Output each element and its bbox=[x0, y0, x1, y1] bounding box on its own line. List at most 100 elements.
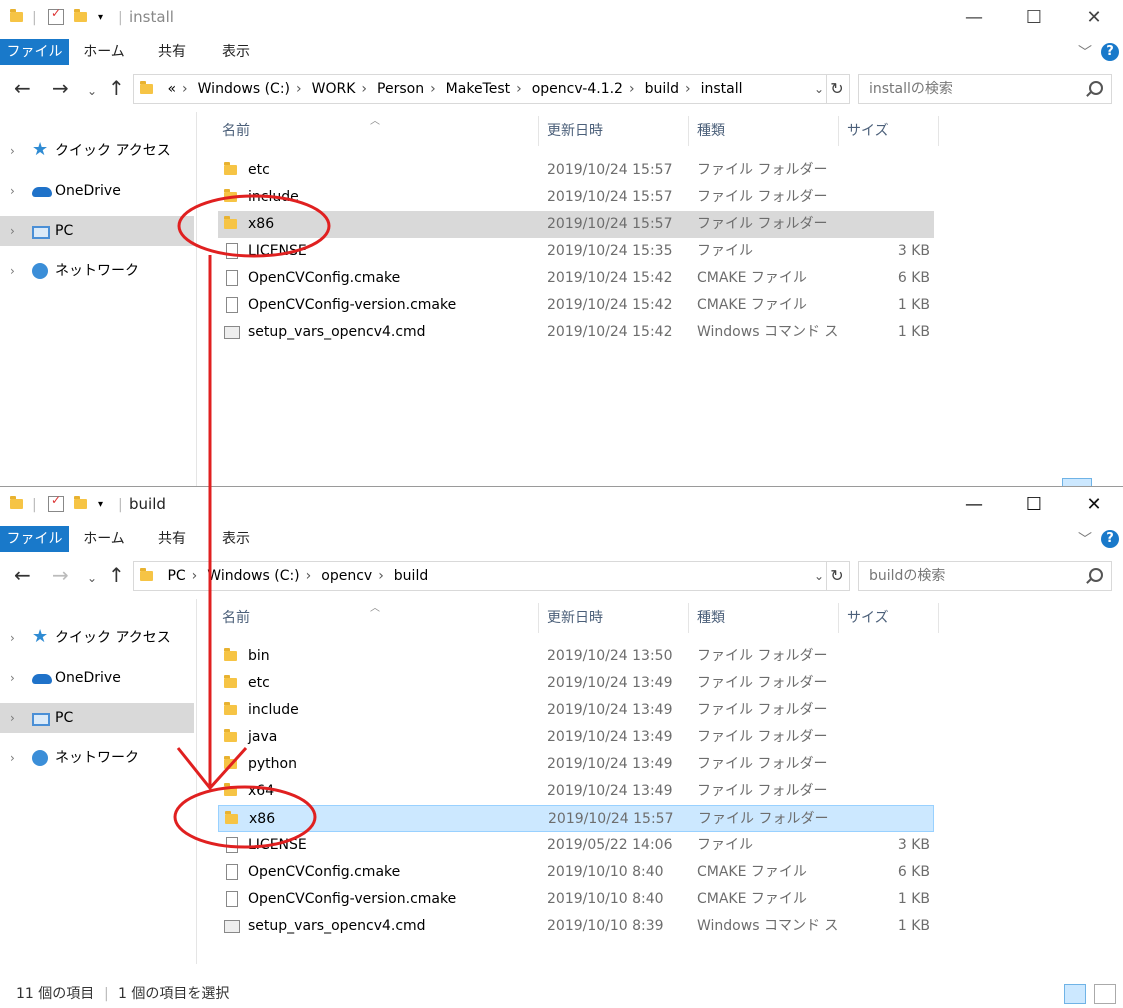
column-header-name[interactable]: 名前 bbox=[222, 116, 250, 146]
tab-share[interactable]: 共有 bbox=[148, 39, 196, 65]
chevron-right-icon[interactable]: › bbox=[10, 663, 15, 693]
file-row[interactable]: etc 2019/10/24 13:49 ファイル フォルダー bbox=[218, 670, 934, 697]
tab-view[interactable]: 表示 bbox=[212, 526, 260, 552]
properties-icon[interactable]: ✓ bbox=[48, 6, 64, 25]
breadcrumb-item[interactable]: Windows (C:) bbox=[198, 81, 290, 97]
sidebar-item-pc[interactable]: › PC bbox=[0, 703, 194, 733]
file-row[interactable]: OpenCVConfig.cmake 2019/10/10 8:40 CMAKE フ… bbox=[218, 859, 934, 886]
chevron-right-icon[interactable]: › bbox=[10, 216, 15, 246]
file-row[interactable]: x86 2019/10/24 15:57 ファイル フォルダー bbox=[218, 211, 934, 238]
properties-icon[interactable]: ✓ bbox=[48, 493, 64, 512]
sidebar-item-pc[interactable]: › PC bbox=[0, 216, 194, 246]
breadcrumb-item[interactable]: « bbox=[167, 81, 176, 97]
back-button[interactable]: ← bbox=[14, 565, 31, 585]
breadcrumb-item[interactable]: opencv-4.1.2 bbox=[532, 81, 623, 97]
file-row[interactable]: LICENSE 2019/05/22 14:06 ファイル 3 KB bbox=[218, 832, 934, 859]
tab-view[interactable]: 表示 bbox=[212, 39, 260, 65]
breadcrumb-item[interactable]: WORK bbox=[312, 81, 356, 97]
qat-dropdown-icon[interactable]: ▾ bbox=[98, 12, 103, 28]
tab-share[interactable]: 共有 bbox=[148, 526, 196, 552]
breadcrumb-item[interactable]: build bbox=[645, 81, 679, 97]
pane-divider[interactable] bbox=[196, 599, 197, 964]
sidebar-item-cloud[interactable]: › OneDrive bbox=[0, 663, 194, 693]
ribbon-expand-icon[interactable]: ﹀ bbox=[1078, 529, 1092, 549]
search-icon[interactable] bbox=[1089, 568, 1103, 582]
help-icon[interactable]: ? bbox=[1101, 530, 1119, 548]
file-row[interactable]: LICENSE 2019/10/24 15:35 ファイル 3 KB bbox=[218, 238, 934, 265]
sidebar-item-network[interactable]: › ネットワーク bbox=[0, 743, 194, 773]
file-row[interactable]: python 2019/10/24 13:49 ファイル フォルダー bbox=[218, 751, 934, 778]
minimize-button[interactable]: — bbox=[951, 491, 997, 519]
large-icons-view-button[interactable] bbox=[1094, 984, 1116, 1004]
search-input[interactable]: buildの検索 bbox=[858, 561, 1112, 591]
qat-dropdown-icon[interactable]: ▾ bbox=[98, 499, 103, 515]
file-row[interactable]: OpenCVConfig-version.cmake 2019/10/24 15:… bbox=[218, 292, 934, 319]
sidebar-item-cloud[interactable]: › OneDrive bbox=[0, 176, 194, 206]
refresh-button[interactable]: ↻ bbox=[825, 74, 850, 104]
close-button[interactable]: ✕ bbox=[1071, 491, 1117, 519]
tab-file[interactable]: ファイル bbox=[0, 39, 69, 65]
details-view-button[interactable] bbox=[1064, 984, 1086, 1004]
chevron-right-icon[interactable]: › bbox=[10, 743, 15, 773]
view-button-fragment[interactable] bbox=[1062, 478, 1092, 486]
column-header-type[interactable]: 種類 bbox=[697, 603, 725, 633]
tab-home[interactable]: ホーム bbox=[80, 526, 128, 552]
address-dropdown-icon[interactable]: ⌄ bbox=[814, 562, 824, 590]
search-input[interactable]: installの検索 bbox=[858, 74, 1112, 104]
chevron-right-icon[interactable]: › bbox=[10, 703, 15, 733]
sidebar-item-star[interactable]: › ★ クイック アクセス bbox=[0, 623, 194, 653]
chevron-right-icon[interactable]: › bbox=[10, 136, 15, 166]
maximize-button[interactable]: ☐ bbox=[1011, 4, 1057, 32]
chevron-right-icon[interactable]: › bbox=[10, 623, 15, 653]
breadcrumb-item[interactable]: MakeTest bbox=[446, 81, 510, 97]
minimize-button[interactable]: — bbox=[951, 4, 997, 32]
file-row[interactable]: x64 2019/10/24 13:49 ファイル フォルダー bbox=[218, 778, 934, 805]
address-dropdown-icon[interactable]: ⌄ bbox=[814, 75, 824, 103]
tab-home[interactable]: ホーム bbox=[80, 39, 128, 65]
file-row[interactable]: OpenCVConfig.cmake 2019/10/24 15:42 CMAKE … bbox=[218, 265, 934, 292]
maximize-button[interactable]: ☐ bbox=[1011, 491, 1057, 519]
column-header-date[interactable]: 更新日時 bbox=[547, 116, 603, 146]
column-header-name[interactable]: 名前 bbox=[222, 603, 250, 633]
column-header-size[interactable]: サイズ bbox=[847, 603, 889, 633]
recent-dropdown-icon[interactable]: ⌄ bbox=[87, 568, 97, 588]
new-folder-icon[interactable] bbox=[74, 9, 87, 26]
file-row[interactable]: OpenCVConfig-version.cmake 2019/10/10 8:4… bbox=[218, 886, 934, 913]
breadcrumb-item[interactable]: build bbox=[394, 568, 428, 584]
search-icon[interactable] bbox=[1089, 81, 1103, 95]
sidebar-item-network[interactable]: › ネットワーク bbox=[0, 256, 194, 286]
file-row[interactable]: setup_vars_opencv4.cmd 2019/10/10 8:39 Win… bbox=[218, 913, 934, 940]
breadcrumb-item[interactable]: PC bbox=[167, 568, 185, 584]
file-row[interactable]: etc 2019/10/24 15:57 ファイル フォルダー bbox=[218, 157, 934, 184]
file-row[interactable]: bin 2019/10/24 13:50 ファイル フォルダー bbox=[218, 643, 934, 670]
forward-button[interactable]: → bbox=[52, 565, 69, 585]
file-row[interactable]: include 2019/10/24 15:57 ファイル フォルダー bbox=[218, 184, 934, 211]
file-row[interactable]: x86 2019/10/24 15:57 ファイル フォルダー bbox=[218, 805, 934, 832]
file-row[interactable]: java 2019/10/24 13:49 ファイル フォルダー bbox=[218, 724, 934, 751]
address-bar[interactable]: « › Windows (C:) › WORK › Person › MakeTest › open… bbox=[133, 74, 827, 104]
file-row[interactable]: setup_vars_opencv4.cmd 2019/10/24 15:42 Wi… bbox=[218, 319, 934, 346]
column-header-date[interactable]: 更新日時 bbox=[547, 603, 603, 633]
tab-file[interactable]: ファイル bbox=[0, 526, 69, 552]
breadcrumb-item[interactable]: install bbox=[701, 81, 743, 97]
breadcrumb-item[interactable]: opencv bbox=[321, 568, 372, 584]
column-header-type[interactable]: 種類 bbox=[697, 116, 725, 146]
breadcrumb-item[interactable]: Person bbox=[377, 81, 424, 97]
help-icon[interactable]: ? bbox=[1101, 43, 1119, 61]
pane-divider[interactable] bbox=[196, 112, 197, 486]
refresh-button[interactable]: ↻ bbox=[825, 561, 850, 591]
up-button[interactable]: ↑ bbox=[108, 565, 125, 585]
address-bar[interactable]: PC › Windows (C:) › opencv › build ⌄ bbox=[133, 561, 827, 591]
close-button[interactable]: ✕ bbox=[1071, 4, 1117, 32]
ribbon-expand-icon[interactable]: ﹀ bbox=[1078, 42, 1092, 62]
back-button[interactable]: ← bbox=[14, 78, 31, 98]
recent-dropdown-icon[interactable]: ⌄ bbox=[87, 81, 97, 101]
up-button[interactable]: ↑ bbox=[108, 78, 125, 98]
column-header-size[interactable]: サイズ bbox=[847, 116, 889, 146]
sidebar-item-star[interactable]: › ★ クイック アクセス bbox=[0, 136, 194, 166]
new-folder-icon[interactable] bbox=[74, 496, 87, 513]
file-row[interactable]: include 2019/10/24 13:49 ファイル フォルダー bbox=[218, 697, 934, 724]
chevron-right-icon[interactable]: › bbox=[10, 176, 15, 206]
breadcrumb-item[interactable]: Windows (C:) bbox=[207, 568, 299, 584]
forward-button[interactable]: → bbox=[52, 78, 69, 98]
